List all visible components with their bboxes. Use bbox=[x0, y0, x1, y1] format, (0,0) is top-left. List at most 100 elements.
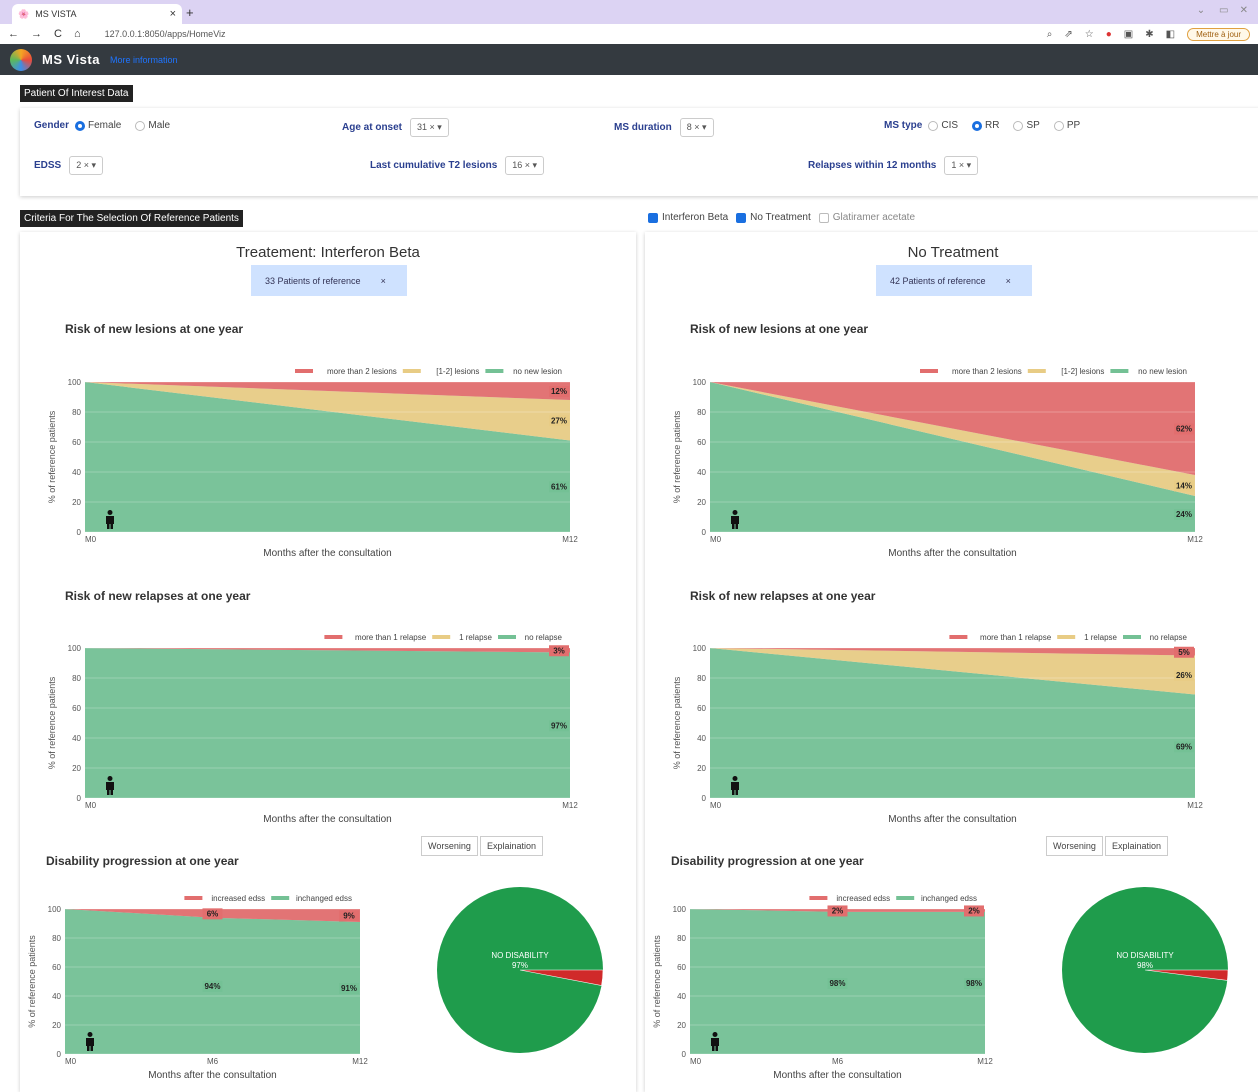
data-label: 3% bbox=[553, 646, 565, 655]
chart-title: Disability progression at one year bbox=[671, 854, 864, 868]
pie-chart: NO DISABILITY98% bbox=[1062, 887, 1229, 1053]
mstype-cis-radio[interactable]: CIS bbox=[928, 120, 958, 131]
y-tick-label: 80 bbox=[677, 934, 686, 943]
sidebar-icon[interactable]: ◧ bbox=[1166, 29, 1175, 40]
duration-select[interactable]: 8 × ▾ bbox=[679, 118, 714, 137]
data-label: 94% bbox=[204, 982, 220, 991]
y-tick-label: 0 bbox=[702, 794, 707, 803]
explanation-button[interactable]: Explaination bbox=[1105, 836, 1169, 856]
mstype-pp-radio[interactable]: PP bbox=[1053, 120, 1080, 131]
x-axis-label: Months after the consultation bbox=[888, 814, 1016, 825]
x-tick-label: M12 bbox=[562, 535, 578, 544]
legend: inchanged edss increased edss bbox=[809, 894, 977, 903]
legend-label: no relapse bbox=[525, 633, 563, 642]
data-label: 27% bbox=[551, 416, 567, 425]
treatment-checkboxes: Interferon Beta No Treatment Glatiramer … bbox=[648, 212, 923, 223]
y-tick-label: 100 bbox=[48, 905, 62, 914]
browser-tab-bar: 🌸 MS VISTA × + ⌄ ▭ ✕ bbox=[0, 0, 1258, 24]
patients-badge: 33 Patients of reference × bbox=[251, 265, 407, 296]
y-tick-label: 60 bbox=[697, 438, 706, 447]
disability-pie[interactable]: NO DISABILITY98% bbox=[1062, 887, 1229, 1053]
worsening-button[interactable]: Worsening bbox=[421, 836, 478, 856]
x-axis-label: Months after the consultation bbox=[773, 1070, 901, 1081]
criteria-section-header: Criteria For The Selection Of Reference … bbox=[20, 210, 243, 227]
data-label: 61% bbox=[551, 482, 567, 491]
interferon-checkbox[interactable]: Interferon Beta bbox=[648, 212, 728, 223]
y-tick-label: 0 bbox=[77, 528, 82, 537]
x-tick-label: M6 bbox=[207, 1057, 219, 1066]
mstype-rr-radio[interactable]: RR bbox=[972, 120, 999, 131]
data-label: 69% bbox=[1176, 742, 1192, 751]
more-info-link[interactable]: More information bbox=[110, 55, 178, 65]
x-tick-label: M0 bbox=[710, 801, 722, 810]
share-icon[interactable]: ⇗ bbox=[1064, 29, 1072, 40]
mstype-sp-radio[interactable]: SP bbox=[1013, 120, 1040, 131]
url-text[interactable]: 127.0.0.1:8050/apps/HomeViz bbox=[105, 29, 226, 39]
relapses-chart: 0 20 40 60 80 100 M0 M12 % of reference patients… bbox=[672, 633, 1203, 825]
x-tick-label: M12 bbox=[977, 1057, 993, 1066]
glatiramer-checkbox[interactable]: Glatiramer acetate bbox=[818, 212, 915, 223]
relapses-select[interactable]: 1 × ▾ bbox=[944, 156, 979, 175]
new-tab-icon[interactable]: + bbox=[186, 5, 194, 20]
y-tick-label: 100 bbox=[68, 644, 82, 653]
pie-label: NO DISABILITY bbox=[491, 951, 549, 960]
y-tick-label: 60 bbox=[72, 438, 81, 447]
legend-label: more than 1 relapse bbox=[355, 633, 427, 642]
edss-select[interactable]: 2 × ▾ bbox=[69, 156, 104, 175]
data-label: 5% bbox=[1178, 648, 1190, 657]
legend-label: more than 1 relapse bbox=[980, 633, 1052, 642]
y-tick-label: 40 bbox=[697, 734, 706, 743]
area-no-relapse[interactable] bbox=[85, 648, 570, 798]
browser-tab[interactable]: 🌸 MS VISTA × bbox=[12, 4, 182, 24]
duration-label: MS duration bbox=[614, 122, 672, 133]
clear-badge-icon[interactable]: × bbox=[381, 276, 386, 286]
gender-male-radio[interactable]: Male bbox=[135, 120, 170, 131]
reload-icon[interactable]: C bbox=[54, 28, 62, 40]
home-icon[interactable]: ⌂ bbox=[74, 28, 81, 40]
lesions-chart: 0 20 40 60 80 100 M0 M12 % of reference patients… bbox=[672, 367, 1203, 559]
update-button[interactable]: Mettre à jour bbox=[1187, 27, 1250, 41]
x-axis-label: Months after the consultation bbox=[263, 548, 391, 559]
disability-pie[interactable]: NO DISABILITY97% bbox=[437, 887, 604, 1053]
y-tick-label: 0 bbox=[77, 794, 82, 803]
pie-value: 98% bbox=[1137, 961, 1153, 970]
x-tick-label: M0 bbox=[85, 801, 97, 810]
zoom-icon[interactable]: ⌕ bbox=[1047, 29, 1053, 40]
explanation-button[interactable]: Explaination bbox=[480, 836, 544, 856]
app-brand: MS Vista bbox=[42, 52, 100, 67]
app-navbar: MS Vista More information bbox=[0, 44, 1258, 75]
puzzle-icon[interactable]: ✱ bbox=[1145, 29, 1153, 40]
star-icon[interactable]: ☆ bbox=[1085, 29, 1094, 40]
clear-badge-icon[interactable]: × bbox=[1006, 276, 1011, 286]
legend-label: increased edss bbox=[211, 894, 265, 903]
gender-female-radio[interactable]: Female bbox=[75, 120, 121, 131]
window-controls[interactable]: ⌄ ▭ ✕ bbox=[1197, 5, 1248, 16]
worsening-button[interactable]: Worsening bbox=[1046, 836, 1103, 856]
forward-icon[interactable]: → bbox=[31, 28, 42, 40]
extension-icon[interactable]: ● bbox=[1106, 29, 1112, 40]
x-tick-label: M0 bbox=[65, 1057, 77, 1066]
mstype-label: MS type bbox=[884, 120, 923, 131]
relapses-chart: 0 20 40 60 80 100 M0 M12 % of reference patients… bbox=[47, 633, 578, 825]
disability-chart: 0 20 40 60 80 100 M0 M6 M12 % of reference patien… bbox=[652, 894, 993, 1081]
close-tab-icon[interactable]: × bbox=[170, 8, 176, 20]
y-tick-label: 20 bbox=[677, 1021, 686, 1030]
patients-count: 33 Patients of reference bbox=[265, 275, 361, 286]
x-axis-label: Months after the consultation bbox=[148, 1070, 276, 1081]
y-tick-label: 20 bbox=[697, 498, 706, 507]
y-tick-label: 80 bbox=[52, 934, 61, 943]
y-tick-label: 100 bbox=[673, 905, 687, 914]
back-icon[interactable]: ← bbox=[8, 28, 19, 40]
extension-icon[interactable]: ▣ bbox=[1124, 29, 1133, 40]
chart-title: Risk of new relapses at one year bbox=[65, 589, 251, 603]
legend-label: 1 relapse bbox=[459, 633, 492, 642]
data-label: 98% bbox=[966, 979, 982, 988]
age-select[interactable]: 31 × ▾ bbox=[410, 118, 449, 137]
y-tick-label: 80 bbox=[72, 408, 81, 417]
y-axis-label: % of reference patients bbox=[47, 676, 57, 769]
t2-select[interactable]: 16 × ▾ bbox=[505, 156, 545, 175]
no-treatment-checkbox[interactable]: No Treatment bbox=[736, 212, 811, 223]
patients-badge: 42 Patients of reference × bbox=[876, 265, 1032, 296]
y-tick-label: 20 bbox=[72, 764, 81, 773]
relapses-label: Relapses within 12 months bbox=[808, 160, 937, 171]
